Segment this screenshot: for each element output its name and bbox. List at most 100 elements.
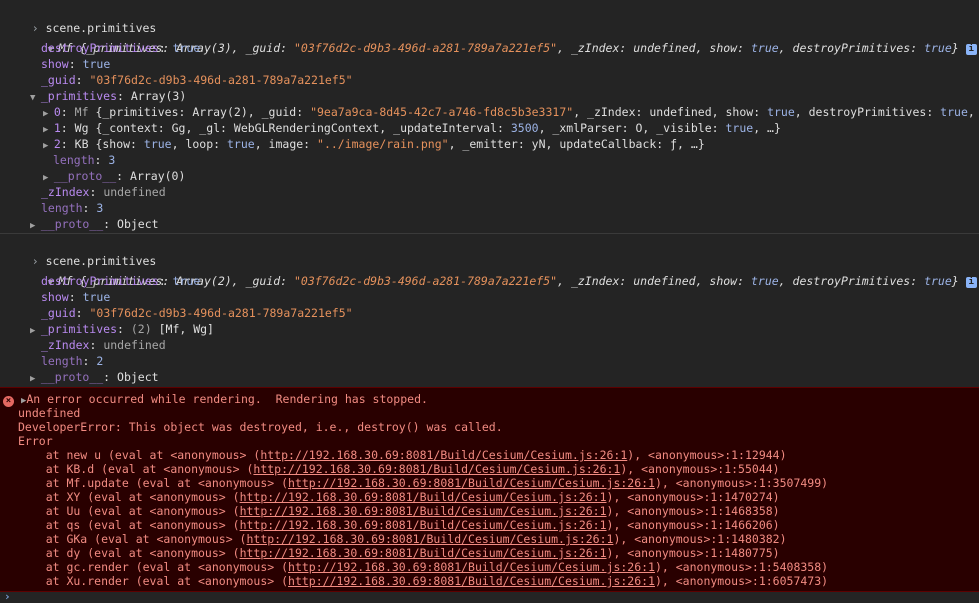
property-value: 3 xyxy=(108,153,116,167)
property-value: Array(0) xyxy=(130,169,186,183)
property-row: length: 3 xyxy=(53,153,116,167)
property-key: length xyxy=(41,201,83,215)
stack-frame-link[interactable]: http://192.168.30.69:8081/Build/Cesium/C… xyxy=(240,546,607,560)
property-key: destroyPrimitives xyxy=(41,41,159,55)
property-key: _guid xyxy=(41,73,76,87)
devtools-console: › scene.primitives ▼ Mf {_primitives: Ar… xyxy=(0,0,979,603)
class-name: Mf xyxy=(74,105,89,119)
item-number: 3500 xyxy=(510,121,539,135)
error-icon: × xyxy=(3,396,14,407)
stack-frame: at Xu.render (eval at <anonymous> (http:… xyxy=(18,573,828,589)
property-row: _guid: "03f76d2c-d9b3-496d-a281-789a7a22… xyxy=(41,306,353,320)
stack-frame-text: at gc.render (eval at <anonymous> ( xyxy=(18,560,289,574)
property-key: _primitives xyxy=(40,89,118,103)
property-row: show: true xyxy=(41,57,111,71)
summary-text: , destroyPrimitives: xyxy=(778,41,925,55)
property-row: length: 2 xyxy=(41,354,104,368)
item-text: , _zIndex: undefined, show: xyxy=(573,105,768,119)
property-row: length: 3 xyxy=(41,201,104,215)
collapsed-triangle-icon[interactable]: ▶ xyxy=(30,326,41,336)
collapsed-triangle-icon[interactable]: ▶ xyxy=(43,173,54,183)
stack-frame-link[interactable]: http://192.168.30.69:8081/Build/Cesium/C… xyxy=(253,462,620,476)
entry-divider xyxy=(0,233,979,234)
property-value: "03f76d2c-d9b3-496d-a281-789a7a221ef5" xyxy=(89,306,353,320)
item-bool: true xyxy=(725,121,754,135)
collapsed-triangle-icon[interactable]: ▶ xyxy=(43,141,54,151)
item-bool: true xyxy=(227,137,255,151)
property-row-expandable[interactable]: ▶ __proto__: Object xyxy=(30,216,159,232)
console-input-line: › scene.primitives xyxy=(4,237,157,268)
stack-frame-text: ), <anonymous>:1:1480382) xyxy=(613,532,787,546)
info-icon[interactable]: i xyxy=(965,277,977,288)
collapsed-triangle-icon[interactable]: ▶ xyxy=(30,374,41,384)
stack-frame-text: at dy (eval at <anonymous> ( xyxy=(18,546,240,560)
stack-frame-link[interactable]: http://192.168.30.69:8081/Build/Cesium/C… xyxy=(240,490,607,504)
stack-frame-text: at new u (eval at <anonymous> ( xyxy=(18,448,261,462)
property-value: Object xyxy=(117,370,159,384)
stack-frame-text: ), <anonymous>:1:3507499) xyxy=(654,476,829,490)
summary-guid: "03f76d2c-d9b3-496d-a281-789a7a221ef5" xyxy=(293,274,558,288)
collapsed-triangle-icon[interactable]: ▶ xyxy=(43,109,54,119)
property-key: __proto__ xyxy=(53,169,117,183)
array-item[interactable]: ▶ 1: Wg {_context: Gg, _gl: WebGLRenderi… xyxy=(43,120,781,136)
property-key: _primitives xyxy=(40,322,118,336)
array-item[interactable]: ▶ 0: Mf {_primitives: Array(2), _guid: "… xyxy=(43,104,979,120)
console-prompt-icon[interactable]: › xyxy=(4,590,11,603)
property-row-expandable[interactable]: ▶ __proto__: Array(0) xyxy=(43,168,185,184)
property-value: undefined xyxy=(103,338,166,352)
property-key: show xyxy=(41,290,69,304)
property-key: show xyxy=(41,57,69,71)
property-key: __proto__ xyxy=(40,217,104,231)
property-key: _guid xyxy=(41,306,76,320)
property-row: _zIndex: undefined xyxy=(41,338,166,352)
summary-text: } xyxy=(951,41,959,55)
stack-frame-text: ), <anonymous>:1:1468358) xyxy=(606,504,780,518)
expand-triangle-icon[interactable]: ▼ xyxy=(30,93,41,103)
property-key: length xyxy=(41,354,83,368)
item-text: , destroyPrimitives: xyxy=(794,105,941,119)
item-text: {_primitives: Array(2), _guid: xyxy=(95,105,311,119)
object-summary[interactable]: ▼ Mf {_primitives: Array(2), _guid: "03f… xyxy=(20,257,977,288)
stack-frame-link[interactable]: http://192.168.30.69:8081/Build/Cesium/C… xyxy=(288,560,655,574)
property-row-expandable[interactable]: ▼ _primitives: Array(3) xyxy=(30,88,186,104)
error-message-block: × ▶An error occurred while rendering. Re… xyxy=(0,387,979,592)
summary-text: , _guid: xyxy=(231,41,294,55)
array-item[interactable]: ▶ 2: KB {show: true, loop: true, image: … xyxy=(43,136,705,152)
stack-frame-text: ), <anonymous>:1:1480775) xyxy=(606,546,780,560)
property-row-expandable[interactable]: ▶ __proto__: Object xyxy=(30,369,159,385)
array-count: (2) xyxy=(130,322,152,336)
property-key: _zIndex xyxy=(41,338,90,352)
summary-text: , destroyPrimitives: xyxy=(778,274,925,288)
property-row: destroyPrimitives: true xyxy=(41,41,201,55)
stack-frame-link[interactable]: http://192.168.30.69:8081/Build/Cesium/C… xyxy=(240,518,607,532)
stack-frame-link[interactable]: http://192.168.30.69:8081/Build/Cesium/C… xyxy=(288,574,655,588)
summary-text: } xyxy=(951,274,959,288)
array-index: 0 xyxy=(53,105,61,119)
property-row-expandable[interactable]: ▶ _primitives: (2) [Mf, Wg] xyxy=(30,321,214,337)
class-name: KB xyxy=(74,137,89,151)
collapsed-triangle-icon[interactable]: ▶ xyxy=(43,125,54,135)
property-key: length xyxy=(53,153,95,167)
collapsed-triangle-icon[interactable]: ▶ xyxy=(30,221,41,231)
item-text: , _emitter: yN, updateCallback: ƒ, …} xyxy=(448,137,705,151)
property-value: "03f76d2c-d9b3-496d-a281-789a7a221ef5" xyxy=(89,73,353,87)
summary-bool: true xyxy=(750,41,779,55)
stack-frame-text: ), <anonymous>:1:1466206) xyxy=(606,518,780,532)
object-summary[interactable]: ▼ Mf {_primitives: Array(3), _guid: "03f… xyxy=(20,24,977,55)
item-string: "../image/rain.png" xyxy=(317,137,449,151)
item-text: {_context: Gg, _gl: WebGLRenderingContex… xyxy=(95,121,511,135)
item-text: , _xmlParser: O, _visible: xyxy=(538,121,726,135)
stack-frame-link[interactable]: http://192.168.30.69:8081/Build/Cesium/C… xyxy=(246,532,613,546)
stack-frame-link[interactable]: http://192.168.30.69:8081/Build/Cesium/C… xyxy=(240,504,607,518)
item-bool: true xyxy=(940,105,968,119)
array-index: 2 xyxy=(53,137,61,151)
stack-frame-text: at Xu.render (eval at <anonymous> ( xyxy=(18,574,289,588)
stack-frame-link[interactable]: http://192.168.30.69:8081/Build/Cesium/C… xyxy=(288,476,655,490)
property-value: true xyxy=(82,290,111,304)
stack-frame-text: ), <anonymous>:1:1470274) xyxy=(606,490,780,504)
stack-frame-link[interactable]: http://192.168.30.69:8081/Build/Cesium/C… xyxy=(260,448,627,462)
summary-bool: true xyxy=(924,274,952,288)
item-text: , image: xyxy=(254,137,318,151)
info-icon[interactable]: i xyxy=(965,44,977,55)
stack-frame-text: ), <anonymous>:1:5408358) xyxy=(654,560,829,574)
